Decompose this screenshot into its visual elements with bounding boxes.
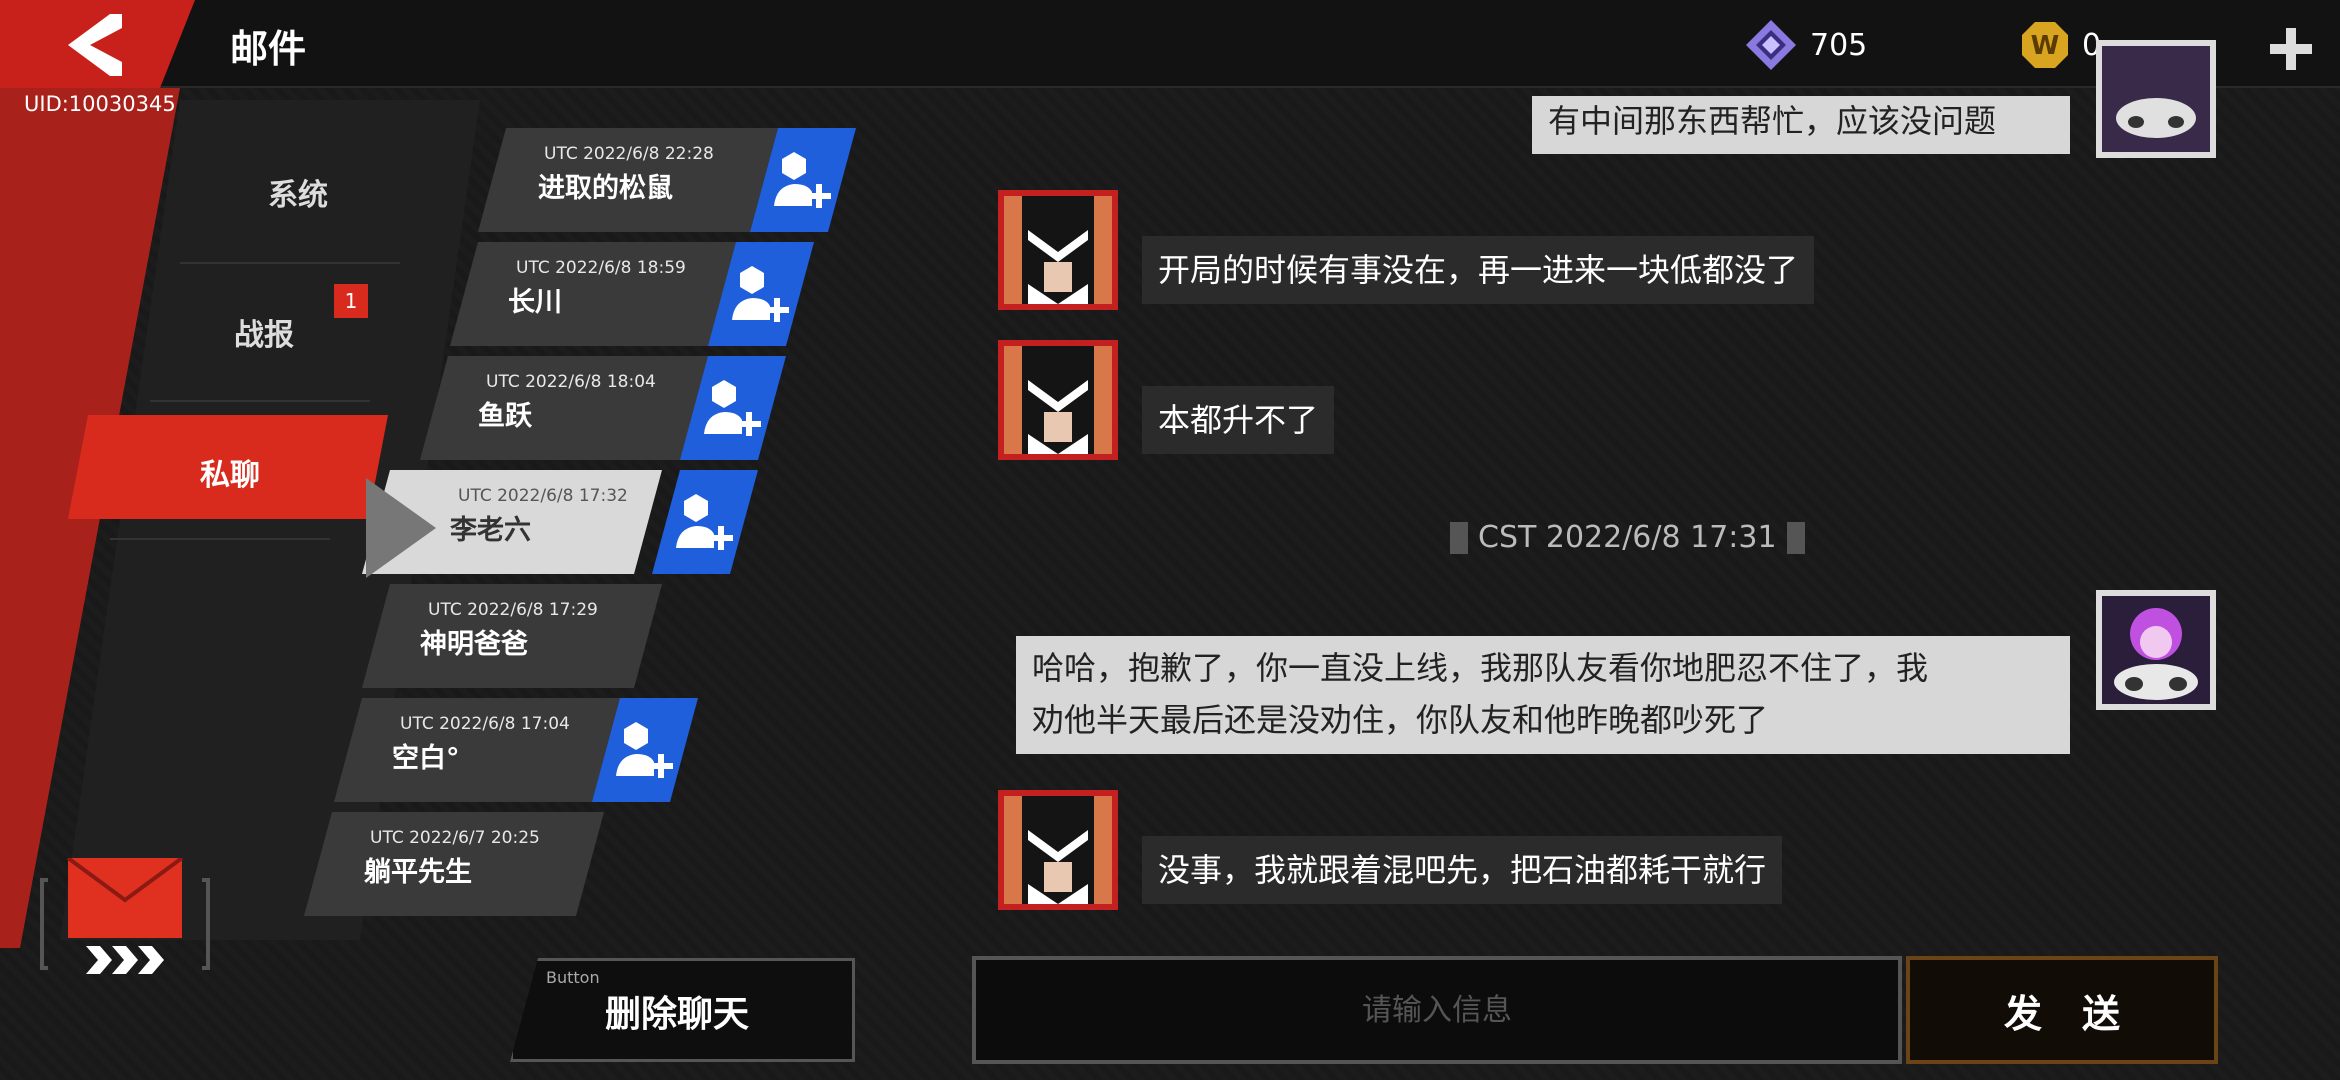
avatar-self <box>2096 590 2216 710</box>
chat-name: 长川 <box>508 287 562 318</box>
chat-name: 进取的松鼠 <box>538 173 673 204</box>
avatar-contact <box>998 190 1118 310</box>
category-private-chat[interactable]: 私聊 <box>200 450 260 494</box>
plus-button[interactable] <box>2268 26 2314 72</box>
message-input[interactable] <box>976 960 1898 1060</box>
category-system[interactable]: 系统 <box>268 170 328 214</box>
message-bubble-incoming: 没事，我就跟着混吧先，把石油都耗干就行 <box>1142 836 1783 904</box>
gem-count: 705 <box>1810 27 1868 63</box>
send-label: 发送 <box>2003 991 2160 1036</box>
category-battle-report[interactable]: 战报 <box>234 310 294 354</box>
chat-time: UTC 2022/6/8 18:04 <box>486 372 656 392</box>
top-bar <box>0 0 2340 88</box>
message-bubble-outgoing: 有中间那东西帮忙，应该没问题 <box>1532 96 2070 154</box>
add-friend-icon <box>732 266 789 322</box>
page-title: 邮件 <box>230 27 307 71</box>
delete-chat-label[interactable]: 删除聊天 <box>605 985 749 1037</box>
message-bubble-incoming: 本都升不了 <box>1142 386 1335 454</box>
divider <box>110 538 330 540</box>
message-line: 哈哈，抱歉了，你一直没上线，我那队友看你地肥忍不住了，我 <box>1032 649 1929 687</box>
back-button[interactable] <box>60 10 140 80</box>
message-timestamp: CST 2022/6/8 17:31 <box>1440 520 1815 555</box>
chat-name: 李老六 <box>450 515 531 546</box>
uid-label: UID:10030345 <box>24 92 176 116</box>
timestamp-bar <box>1450 521 1468 554</box>
delete-chat-button-caption: Button <box>546 968 600 987</box>
back-arrow-icon <box>68 14 122 76</box>
coin-icon: W <box>2022 22 2068 68</box>
chat-time: UTC 2022/6/8 22:28 <box>544 144 714 164</box>
add-friend-icon <box>676 494 733 550</box>
timestamp-bar <box>1786 521 1805 554</box>
gem-currency: 705 <box>1744 20 1868 70</box>
chat-time: UTC 2022/6/8 17:29 <box>428 600 598 620</box>
avatar-contact <box>998 790 1118 910</box>
chat-time: UTC 2022/6/7 20:25 <box>370 828 540 848</box>
add-friend-icon <box>774 152 831 208</box>
chat-time: UTC 2022/6/8 17:32 <box>458 486 628 506</box>
coin-currency: W 0 <box>2020 22 2101 68</box>
chat-name: 空白° <box>392 743 460 774</box>
message-bubble-incoming: 开局的时候有事没在，再一进来一块低都没了 <box>1142 236 1815 304</box>
avatar-self <box>2096 40 2216 158</box>
add-friend-icon <box>616 722 673 778</box>
message-bubble-outgoing: 哈哈，抱歉了，你一直没上线，我那队友看你地肥忍不住了，我 劝他半天最后还是没劝住… <box>1016 636 2070 754</box>
notification-badge: 1 <box>334 284 368 318</box>
add-friend-icon <box>704 380 761 436</box>
divider <box>150 400 370 402</box>
plus-icon <box>2270 28 2312 70</box>
avatar-contact <box>998 340 1118 460</box>
mail-icon[interactable] <box>40 856 210 978</box>
chat-name: 神明爸爸 <box>420 629 528 660</box>
selected-arrow-icon <box>366 478 436 578</box>
chat-name: 躺平先生 <box>364 857 472 888</box>
divider <box>180 262 400 264</box>
chat-time: UTC 2022/6/8 17:04 <box>400 714 570 734</box>
send-button[interactable]: 发送 <box>1906 956 2218 1064</box>
gem-icon <box>1746 20 1796 70</box>
chat-time: UTC 2022/6/8 18:59 <box>516 258 686 278</box>
timestamp-text: CST 2022/6/8 17:31 <box>1478 520 1777 555</box>
message-line: 劝他半天最后还是没劝住，你队友和他昨晚都吵死了 <box>1032 701 1769 739</box>
message-input-box[interactable] <box>972 956 1902 1064</box>
svg-text:W: W <box>2031 31 2060 61</box>
chat-name: 鱼跃 <box>478 401 532 432</box>
